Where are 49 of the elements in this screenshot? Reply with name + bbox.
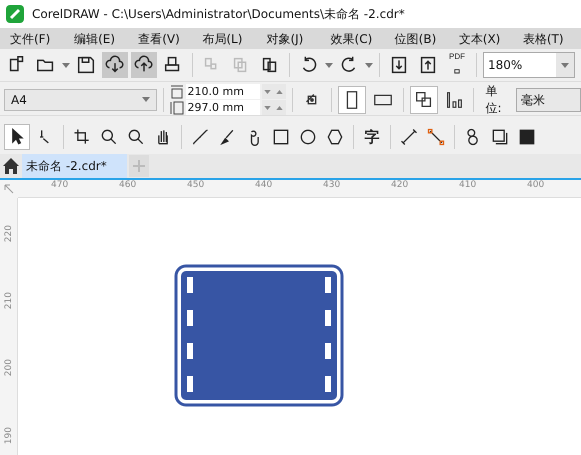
window-title: CorelDRAW - C:\Users\Administrator\Documents\未命名 -2.cdr* <box>32 6 405 22</box>
app-logo-icon <box>6 5 24 23</box>
ruler-label: 440 <box>255 180 274 192</box>
ruler-label: 400 <box>527 180 546 192</box>
dropdown-caret-icon[interactable] <box>142 97 150 102</box>
ruler-origin-icon[interactable] <box>4 184 14 194</box>
dropdown-caret-icon[interactable] <box>325 62 333 68</box>
menu-item[interactable]: 表格(T) <box>516 30 581 48</box>
height-icon <box>170 100 184 114</box>
spin-up-icon[interactable] <box>276 106 284 110</box>
menu-item[interactable]: 对象(J) <box>260 30 325 48</box>
page-width-field[interactable]: 210.0 mm <box>186 84 260 99</box>
menu-item[interactable]: 位图(B) <box>388 30 453 48</box>
ruler-label: 210 <box>4 292 14 310</box>
ruler-label: 430 <box>323 180 342 192</box>
ruler-label: 410 <box>459 180 478 192</box>
ruler-label: 470 <box>51 180 70 192</box>
all-pages-button[interactable] <box>410 86 438 114</box>
text-tool[interactable]: 字 <box>360 126 384 148</box>
spin-down-icon[interactable] <box>264 90 272 94</box>
ruler-label: 220 <box>4 225 14 242</box>
menu-item[interactable]: 文本(X) <box>452 30 517 48</box>
menu-item[interactable]: 效果(C) <box>324 30 389 48</box>
cloud-upload-icon[interactable] <box>131 52 157 78</box>
dropdown-caret-icon[interactable] <box>365 62 373 68</box>
width-icon <box>170 84 184 98</box>
menu-item[interactable]: 查看(V) <box>132 30 196 48</box>
ruler-label: 190 <box>4 426 14 444</box>
dropdown-caret-icon[interactable] <box>62 62 70 68</box>
menu-item[interactable]: 布局(L) <box>196 30 260 48</box>
ruler-label: 200 <box>4 359 14 377</box>
unit-label: 单位: <box>485 82 503 116</box>
zoom-dropdown[interactable]: 180% <box>483 52 575 78</box>
spin-up-icon[interactable] <box>276 90 284 94</box>
dropdown-caret-icon[interactable] <box>561 62 569 68</box>
menu-item[interactable]: 文件(F) <box>4 30 68 48</box>
page-size-dropdown[interactable]: A4 <box>4 88 157 110</box>
cloud-download-icon[interactable] <box>102 52 128 78</box>
home-icon[interactable] <box>2 157 20 175</box>
spin-down-icon[interactable] <box>264 106 272 110</box>
ruler-label: 460 <box>119 180 138 192</box>
document-tab[interactable]: 未命名 -2.cdr* <box>22 154 127 178</box>
ruler-label: 420 <box>391 180 410 192</box>
menu-item[interactable]: 编辑(E) <box>68 30 132 48</box>
page-height-field[interactable]: 297.0 mm <box>186 100 260 115</box>
unit-dropdown[interactable]: 毫米 <box>516 88 581 112</box>
ruler-label: 450 <box>187 180 206 192</box>
portrait-button[interactable] <box>338 86 366 114</box>
arrow-pointer-icon[interactable] <box>4 124 30 150</box>
